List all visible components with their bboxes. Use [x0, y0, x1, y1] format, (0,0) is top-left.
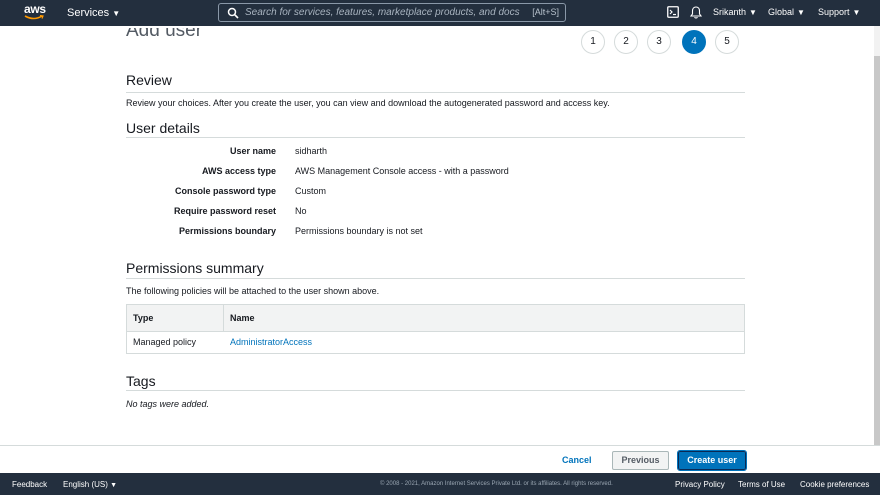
policy-link-administrator-access[interactable]: AdministratorAccess [224, 332, 312, 353]
bell-icon[interactable] [690, 6, 702, 19]
region-label: Global [768, 7, 795, 17]
aws-logo-text: aws [24, 2, 46, 16]
divider [126, 137, 745, 138]
tags-heading: Tags [126, 373, 156, 389]
wizard-step-5[interactable]: 5 [715, 30, 739, 54]
account-menu[interactable]: Srikanth ▼ [713, 7, 757, 17]
search-box[interactable]: [Alt+S] [218, 3, 566, 22]
cell-policy-type: Managed policy [133, 337, 197, 347]
cloudshell-icon[interactable] [667, 6, 679, 18]
main-content: Add user 1 2 3 4 5 Review Review your ch… [0, 26, 880, 445]
search-shortcut-hint: [Alt+S] [532, 7, 559, 17]
footer: Feedback English (US) ▼ © 2008 - 2021, A… [0, 473, 880, 495]
detail-label-access-type: AWS access type [201, 166, 276, 176]
wizard-step-1[interactable]: 1 [581, 30, 605, 54]
create-user-button[interactable]: Create user [677, 450, 747, 471]
detail-label-password-reset: Require password reset [173, 206, 276, 216]
cookie-preferences-link[interactable]: Cookie preferences [800, 480, 869, 489]
search-input[interactable] [245, 7, 525, 18]
support-label: Support [818, 7, 850, 17]
detail-value-user-name: sidharth [295, 146, 328, 156]
previous-button[interactable]: Previous [612, 451, 669, 470]
terms-of-use-link[interactable]: Terms of Use [738, 480, 785, 489]
cancel-button[interactable]: Cancel [562, 455, 592, 465]
detail-value-permissions-boundary: Permissions boundary is not set [295, 226, 423, 236]
services-menu[interactable]: Services ▼ [67, 7, 120, 19]
permissions-summary-heading: Permissions summary [126, 260, 264, 276]
scrollbar-thumb[interactable] [874, 56, 880, 446]
table-header: Type Name [127, 305, 744, 332]
services-label: Services [67, 7, 110, 19]
detail-value-access-type: AWS Management Console access - with a p… [295, 166, 509, 176]
region-menu[interactable]: Global ▼ [768, 7, 805, 17]
privacy-policy-link[interactable]: Privacy Policy [675, 480, 725, 489]
review-description: Review your choices. After you create th… [126, 98, 610, 108]
permissions-description: The following policies will be attached … [126, 286, 380, 296]
table-row: Managed policy AdministratorAccess [127, 332, 744, 353]
support-menu[interactable]: Support ▼ [818, 7, 860, 17]
account-name: Srikanth [713, 7, 747, 17]
chevron-down-icon: ▼ [110, 482, 118, 489]
detail-label-user-name: User name [229, 146, 276, 156]
wizard-step-4[interactable]: 4 [682, 30, 706, 54]
chevron-down-icon: ▼ [797, 8, 805, 17]
language-label: English (US) [63, 480, 108, 489]
language-selector[interactable]: English (US) ▼ [63, 480, 117, 489]
detail-value-password-type: Custom [295, 186, 327, 196]
column-header-name[interactable]: Name [224, 305, 255, 331]
scrollbar-track[interactable] [874, 26, 880, 446]
detail-label-password-type: Console password type [174, 186, 276, 196]
detail-label-permissions-boundary: Permissions boundary [178, 226, 276, 236]
chevron-down-icon: ▼ [112, 9, 121, 18]
divider [126, 278, 745, 279]
chevron-down-icon: ▼ [852, 8, 861, 17]
wizard-action-bar: Cancel Previous Create user [0, 445, 880, 473]
top-nav: aws Services▼ [Alt+S] Srikanth▼ Global▼ … [0, 0, 880, 26]
wizard-step-2[interactable]: 2 [614, 30, 638, 54]
aws-logo[interactable]: aws [24, 3, 46, 23]
search-icon [227, 7, 239, 19]
review-heading: Review [126, 72, 172, 88]
divider [126, 390, 745, 391]
column-header-type[interactable]: Type [127, 305, 224, 331]
detail-value-password-reset: No [295, 206, 307, 216]
copyright-text: © 2008 - 2021, Amazon Internet Services … [380, 481, 613, 487]
no-tags-message: No tags were added. [126, 399, 210, 409]
chevron-down-icon: ▼ [749, 8, 757, 17]
permissions-table: Type Name Managed policy AdministratorAc… [126, 304, 745, 354]
user-details-heading: User details [126, 120, 200, 136]
divider [126, 92, 745, 93]
feedback-link[interactable]: Feedback [12, 480, 47, 489]
page-title: Add user [126, 28, 203, 41]
wizard-step-3[interactable]: 3 [647, 30, 671, 54]
